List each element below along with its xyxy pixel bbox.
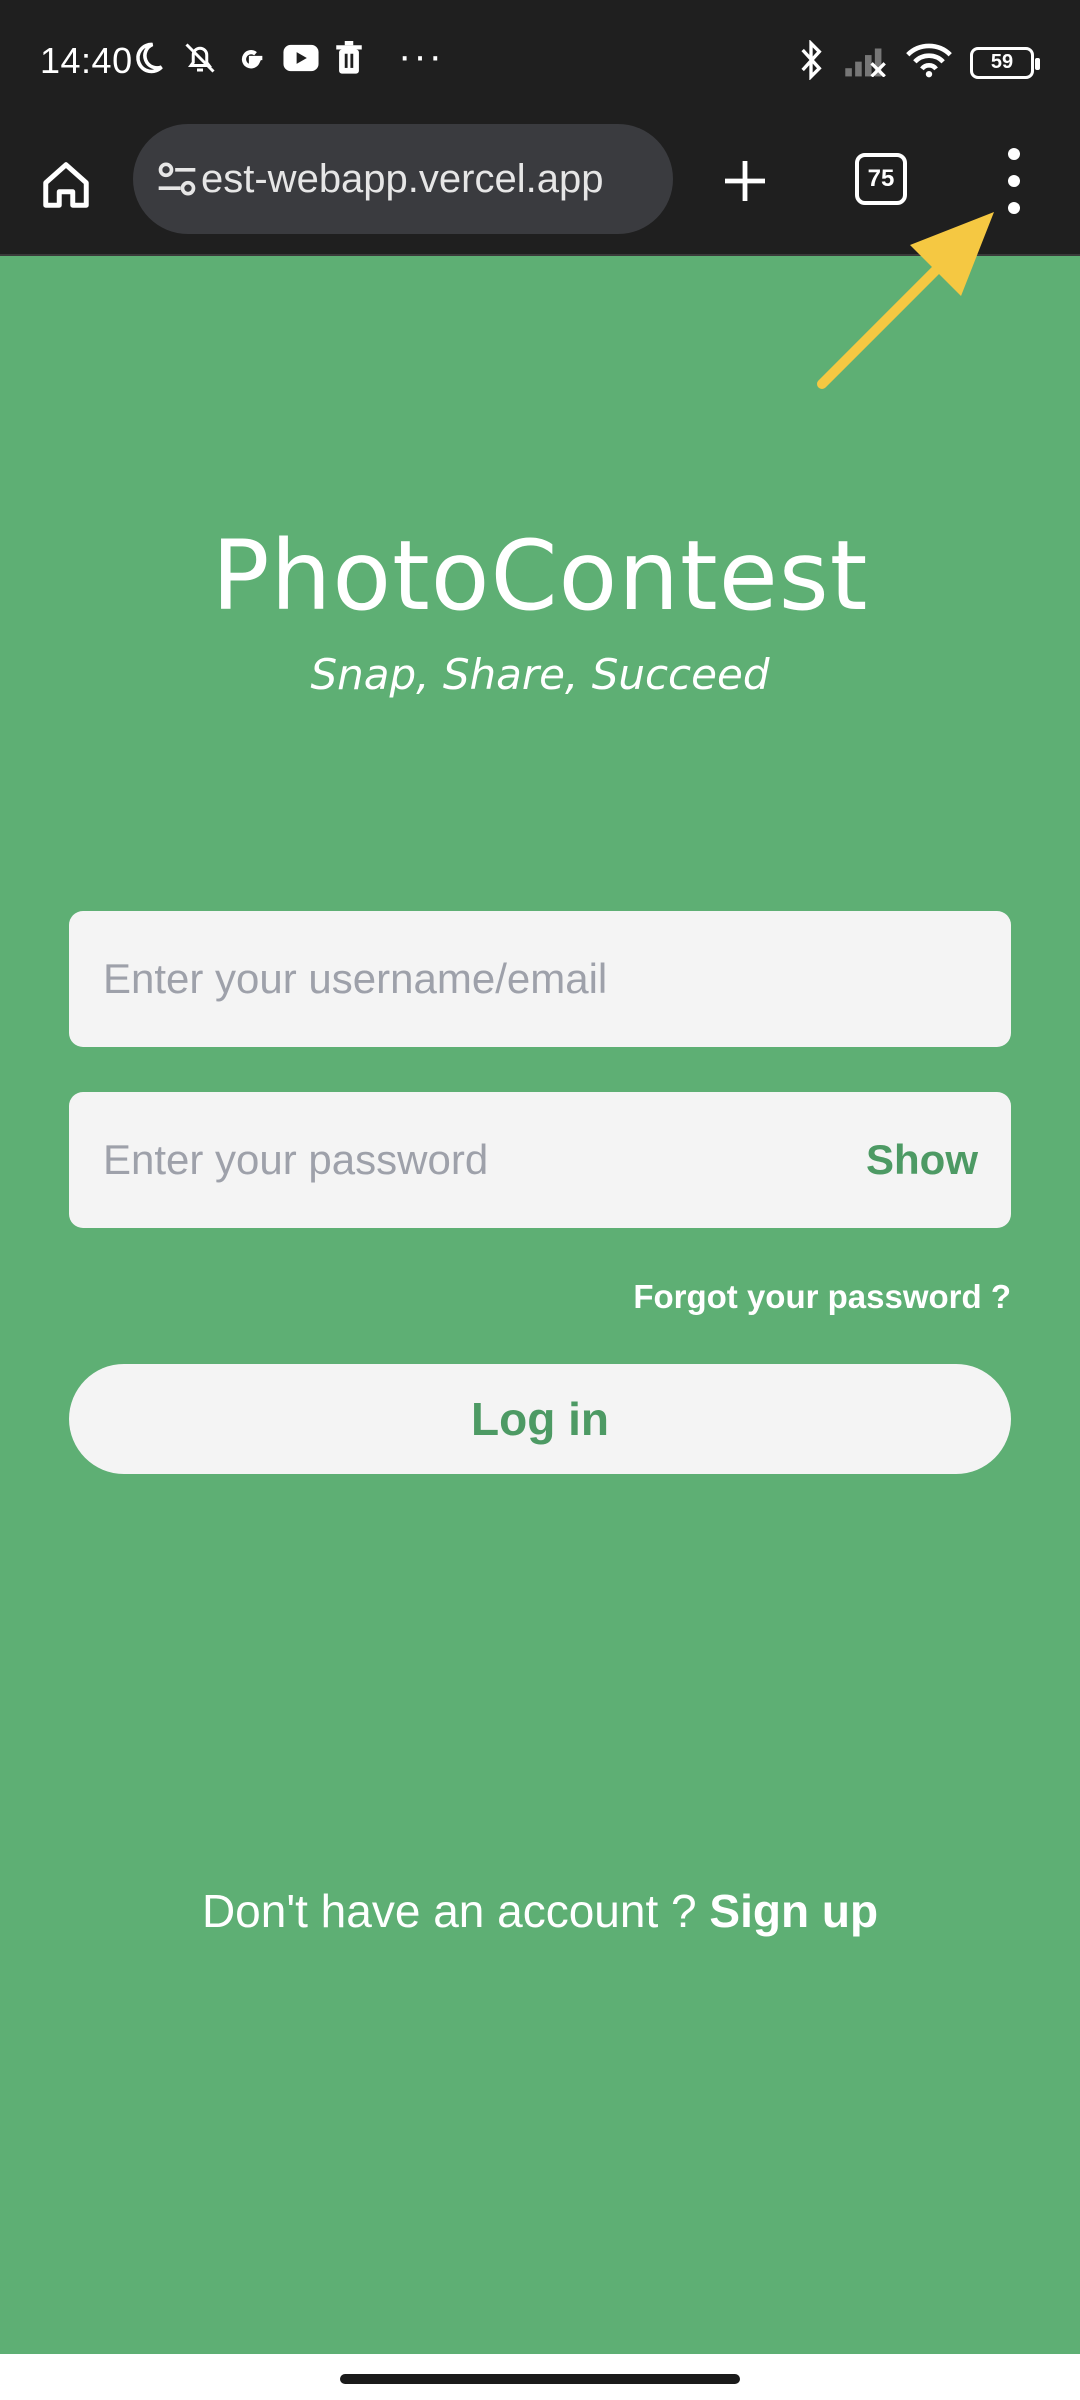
signal-icon: [842, 43, 888, 82]
home-indicator[interactable]: [340, 2374, 740, 2384]
login-button[interactable]: Log in: [69, 1364, 1011, 1474]
system-icons: 59: [798, 39, 1040, 85]
home-button[interactable]: [36, 150, 96, 220]
app-tagline: Snap, Share, Succeed: [310, 650, 770, 699]
status-time: 14:40: [40, 40, 133, 81]
signup-prompt-text: Don't have an account ?: [201, 1885, 710, 1937]
battery-level: 59: [990, 51, 1014, 73]
plus-icon: [725, 161, 765, 201]
username-email-field[interactable]: [69, 911, 1011, 1047]
forgot-password-link[interactable]: Forgot your password ?: [633, 1278, 1011, 1316]
annotation-arrow: [817, 212, 994, 389]
new-tab-button[interactable]: [714, 150, 776, 212]
status-bar: 14:40 ··· 59: [0, 0, 1080, 124]
signup-link[interactable]: Sign up: [709, 1885, 878, 1937]
password-field-container: Show: [69, 1092, 1011, 1228]
google-icon: [234, 41, 268, 75]
more-vert-icon[interactable]: [1000, 148, 1028, 214]
wifi-icon: [906, 42, 952, 83]
youtube-icon: [282, 43, 320, 73]
address-bar[interactable]: est-webapp.vercel.app: [133, 124, 673, 234]
bluetooth-icon: [798, 39, 824, 85]
home-icon: [43, 162, 89, 208]
battery-icon: 59: [970, 46, 1040, 79]
tab-count: 75: [867, 165, 895, 192]
notification-icons: [130, 40, 364, 76]
signup-prompt: Don't have an account ? Sign up: [0, 1884, 1080, 1938]
app-title: PhotoContest: [211, 520, 869, 632]
trash-icon: [334, 41, 364, 75]
bell-off-icon: [180, 40, 220, 76]
more-notifications-icon: ···: [398, 34, 444, 78]
url-text[interactable]: est-webapp.vercel.app: [201, 157, 603, 202]
show-password-toggle[interactable]: Show: [866, 1136, 978, 1184]
moon-icon: [130, 40, 166, 76]
tabs-button[interactable]: 75: [855, 153, 907, 205]
